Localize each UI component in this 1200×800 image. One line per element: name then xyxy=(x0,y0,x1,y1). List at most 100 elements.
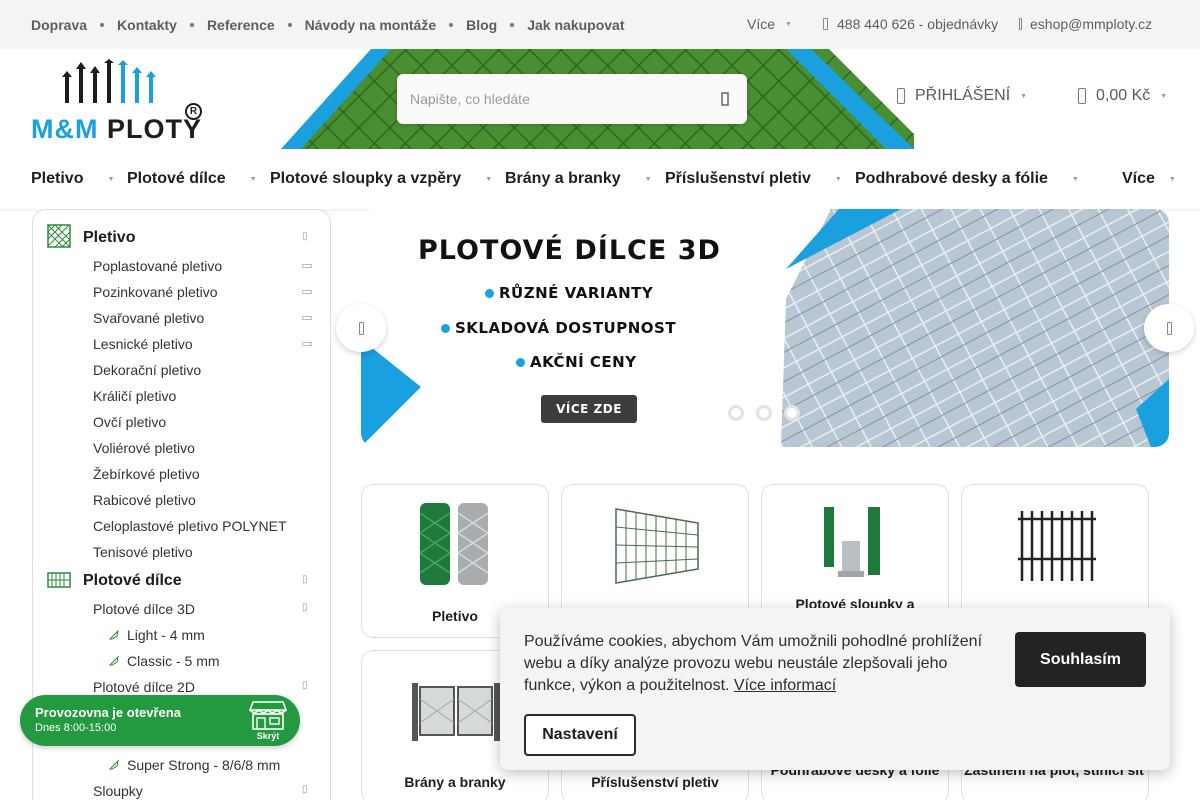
chevron-down-icon: ▼ xyxy=(1168,175,1176,183)
top-more-dropdown[interactable]: Více ▼ xyxy=(747,16,792,32)
email-address: eshop@mmploty.cz xyxy=(1030,16,1153,32)
search-input[interactable] xyxy=(397,74,697,124)
sidebar-item-polynet[interactable]: Celoplastové pletivo POLYNET xyxy=(93,518,287,534)
sidebar-item-kralici[interactable]: Králičí pletivo xyxy=(93,388,176,404)
expand-icon[interactable] xyxy=(302,342,312,346)
nav-item-podhrabove[interactable]: Podhrabové desky a fólie ▼ xyxy=(855,170,1079,188)
expand-icon[interactable] xyxy=(302,316,312,320)
sidebar-item-sloupky[interactable]: Sloupky xyxy=(93,783,143,799)
logo-fence-icon xyxy=(62,59,156,103)
nav-item-prislusenstvi[interactable]: Příslušenství pletiv ▼ xyxy=(665,170,842,188)
user-icon xyxy=(897,88,905,104)
sidebar-item-poplastovane[interactable]: Poplastované pletivo xyxy=(93,258,222,274)
chevron-down-icon: ▼ xyxy=(485,175,493,183)
phone-link[interactable]: 488 440 626 - objednávky xyxy=(823,16,998,32)
sidebar-item-super-strong[interactable]: Super Strong - 8/6/8 mm xyxy=(109,757,280,773)
cart-link[interactable]: 0,00 Kč ▼ xyxy=(1078,87,1167,105)
top-link-doprava[interactable]: Doprava xyxy=(31,17,87,33)
search-button[interactable] xyxy=(703,74,747,124)
store-status-widget[interactable]: Provozovna je otevřena Dnes 8:00-15:00 S… xyxy=(20,695,300,746)
cookie-text: Používáme cookies, abychom Vám umožnili … xyxy=(524,633,983,694)
cookie-more-info-link[interactable]: Více informací xyxy=(734,677,836,694)
chevron-right-icon xyxy=(1166,321,1172,335)
hide-label: Skrýt xyxy=(256,731,280,741)
fence-panel-image xyxy=(615,508,699,584)
fence-gate-image xyxy=(1018,511,1096,581)
chevron-down-icon: ▼ xyxy=(249,175,257,183)
sidebar-cat-plotove-dilce-label[interactable]: Plotové dílce xyxy=(83,572,182,590)
tag-icon xyxy=(109,630,119,640)
login-label: PŘIHLÁŠENÍ xyxy=(915,87,1011,104)
sidebar-item-dilce-2d[interactable]: Plotové dílce 2D xyxy=(93,679,195,695)
main-navigation: Pletivo ▼ Plotové dílce ▼ Plotové sloupky … xyxy=(0,149,1200,209)
collapse-icon[interactable]: ▯ xyxy=(302,231,308,242)
sidebar-item-dekoracni[interactable]: Dekorační pletivo xyxy=(93,362,201,378)
search-box xyxy=(397,74,747,124)
top-link-navody[interactable]: Návody na montáže xyxy=(305,17,436,33)
sidebar-cat-plotove-dilce[interactable] xyxy=(47,568,71,592)
collapse-icon[interactable]: ▯ xyxy=(302,680,308,691)
top-bar: Doprava Kontakty Reference Návody na mon… xyxy=(0,0,1200,49)
carousel-next-button[interactable] xyxy=(1144,304,1194,352)
logo[interactable]: M&M PLOTY R xyxy=(31,59,206,144)
nav-item-vice[interactable]: Více ▼ xyxy=(1122,170,1176,188)
sidebar-item-rabicove[interactable]: Rabicové pletivo xyxy=(93,492,196,508)
nav-item-plotove-dilce[interactable]: Plotové dílce ▼ xyxy=(127,170,257,188)
fence-panel-icon xyxy=(47,572,71,588)
phone-number: 488 440 626 - objednávky xyxy=(837,16,999,32)
top-more-label: Více xyxy=(747,16,776,32)
sidebar-item-zebirkove[interactable]: Žebírkové pletivo xyxy=(93,466,200,482)
sidebar-item-tenisove[interactable]: Tenisové pletivo xyxy=(93,544,193,560)
hero-bullet: RŮZNÉ VARIANTY xyxy=(485,284,653,302)
carousel-prev-button[interactable] xyxy=(336,304,386,352)
fence-post-image xyxy=(824,507,880,577)
nav-item-pletivo[interactable]: Pletivo ▼ xyxy=(31,170,114,188)
chevron-down-icon: ▼ xyxy=(1160,92,1168,100)
expand-icon[interactable] xyxy=(302,290,312,294)
chevron-down-icon: ▼ xyxy=(1020,92,1028,100)
header: M&M PLOTY R PŘIHLÁŠENÍ ▼ xyxy=(0,49,1200,149)
collapse-icon[interactable]: ▯ xyxy=(302,784,308,795)
top-link-reference[interactable]: Reference xyxy=(207,17,275,33)
carousel-dot[interactable] xyxy=(756,405,772,421)
separator-dot xyxy=(189,22,194,27)
sidebar-item-ovci[interactable]: Ovčí pletivo xyxy=(93,414,166,430)
top-link-jak-nakupovat[interactable]: Jak nakupovat xyxy=(527,17,624,33)
cart-total: 0,00 Kč xyxy=(1096,87,1151,104)
chevron-down-icon: ▼ xyxy=(834,175,842,183)
logo-text: M&M PLOTY xyxy=(31,114,203,144)
sidebar-item-svarovane[interactable]: Svařované pletivo xyxy=(93,310,204,326)
email-link[interactable]: eshop@mmploty.cz xyxy=(1019,16,1152,32)
mesh-icon xyxy=(47,224,71,248)
collapse-icon[interactable]: ▯ xyxy=(302,602,308,613)
login-link[interactable]: PŘIHLÁŠENÍ ▼ xyxy=(897,87,1027,105)
carousel-dot[interactable] xyxy=(784,405,800,421)
cookie-accept-button[interactable]: Souhlasím xyxy=(1015,632,1146,687)
expand-icon[interactable] xyxy=(302,264,312,268)
sidebar-item-dilce-3d[interactable]: Plotové dílce 3D xyxy=(93,601,195,617)
top-link-blog[interactable]: Blog xyxy=(466,17,497,33)
phone-icon xyxy=(823,18,828,30)
hero-bullet: SKLADOVÁ DOSTUPNOST xyxy=(441,319,676,337)
tag-icon xyxy=(109,656,119,666)
top-links: Doprava Kontakty Reference Návody na mon… xyxy=(31,0,625,49)
sidebar-item-volierove[interactable]: Voliérové pletivo xyxy=(93,440,195,456)
nav-item-brany[interactable]: Brány a branky ▼ xyxy=(505,170,652,188)
tile-label: Příslušenství pletiv xyxy=(591,774,719,790)
sidebar-item-pozinkovane[interactable]: Pozinkované pletivo xyxy=(93,284,218,300)
cookie-banner: Používáme cookies, abychom Vám umožnili … xyxy=(500,608,1170,770)
sidebar-item-light[interactable]: Light - 4 mm xyxy=(109,627,205,643)
collapse-icon[interactable]: ▯ xyxy=(302,574,308,585)
nav-item-sloupky[interactable]: Plotové sloupky a vzpěry ▼ xyxy=(270,170,492,188)
carousel-dot[interactable] xyxy=(728,405,744,421)
top-link-kontakty[interactable]: Kontakty xyxy=(117,17,177,33)
sidebar-cat-pletivo[interactable] xyxy=(47,224,71,248)
hide-widget-button[interactable]: Skrýt xyxy=(249,700,287,742)
chevron-down-icon: ▼ xyxy=(1071,175,1079,183)
hero-title: PLOTOVÉ DÍLCE 3D xyxy=(418,235,721,266)
sidebar-cat-pletivo-label[interactable]: Pletivo xyxy=(83,229,135,247)
sidebar-item-lesnicke[interactable]: Lesnické pletivo xyxy=(93,336,193,352)
hero-cta-button[interactable]: VÍCE ZDE xyxy=(541,395,637,423)
sidebar-item-classic[interactable]: Classic - 5 mm xyxy=(109,653,220,669)
cookie-settings-button[interactable]: Nastavení xyxy=(524,714,636,756)
